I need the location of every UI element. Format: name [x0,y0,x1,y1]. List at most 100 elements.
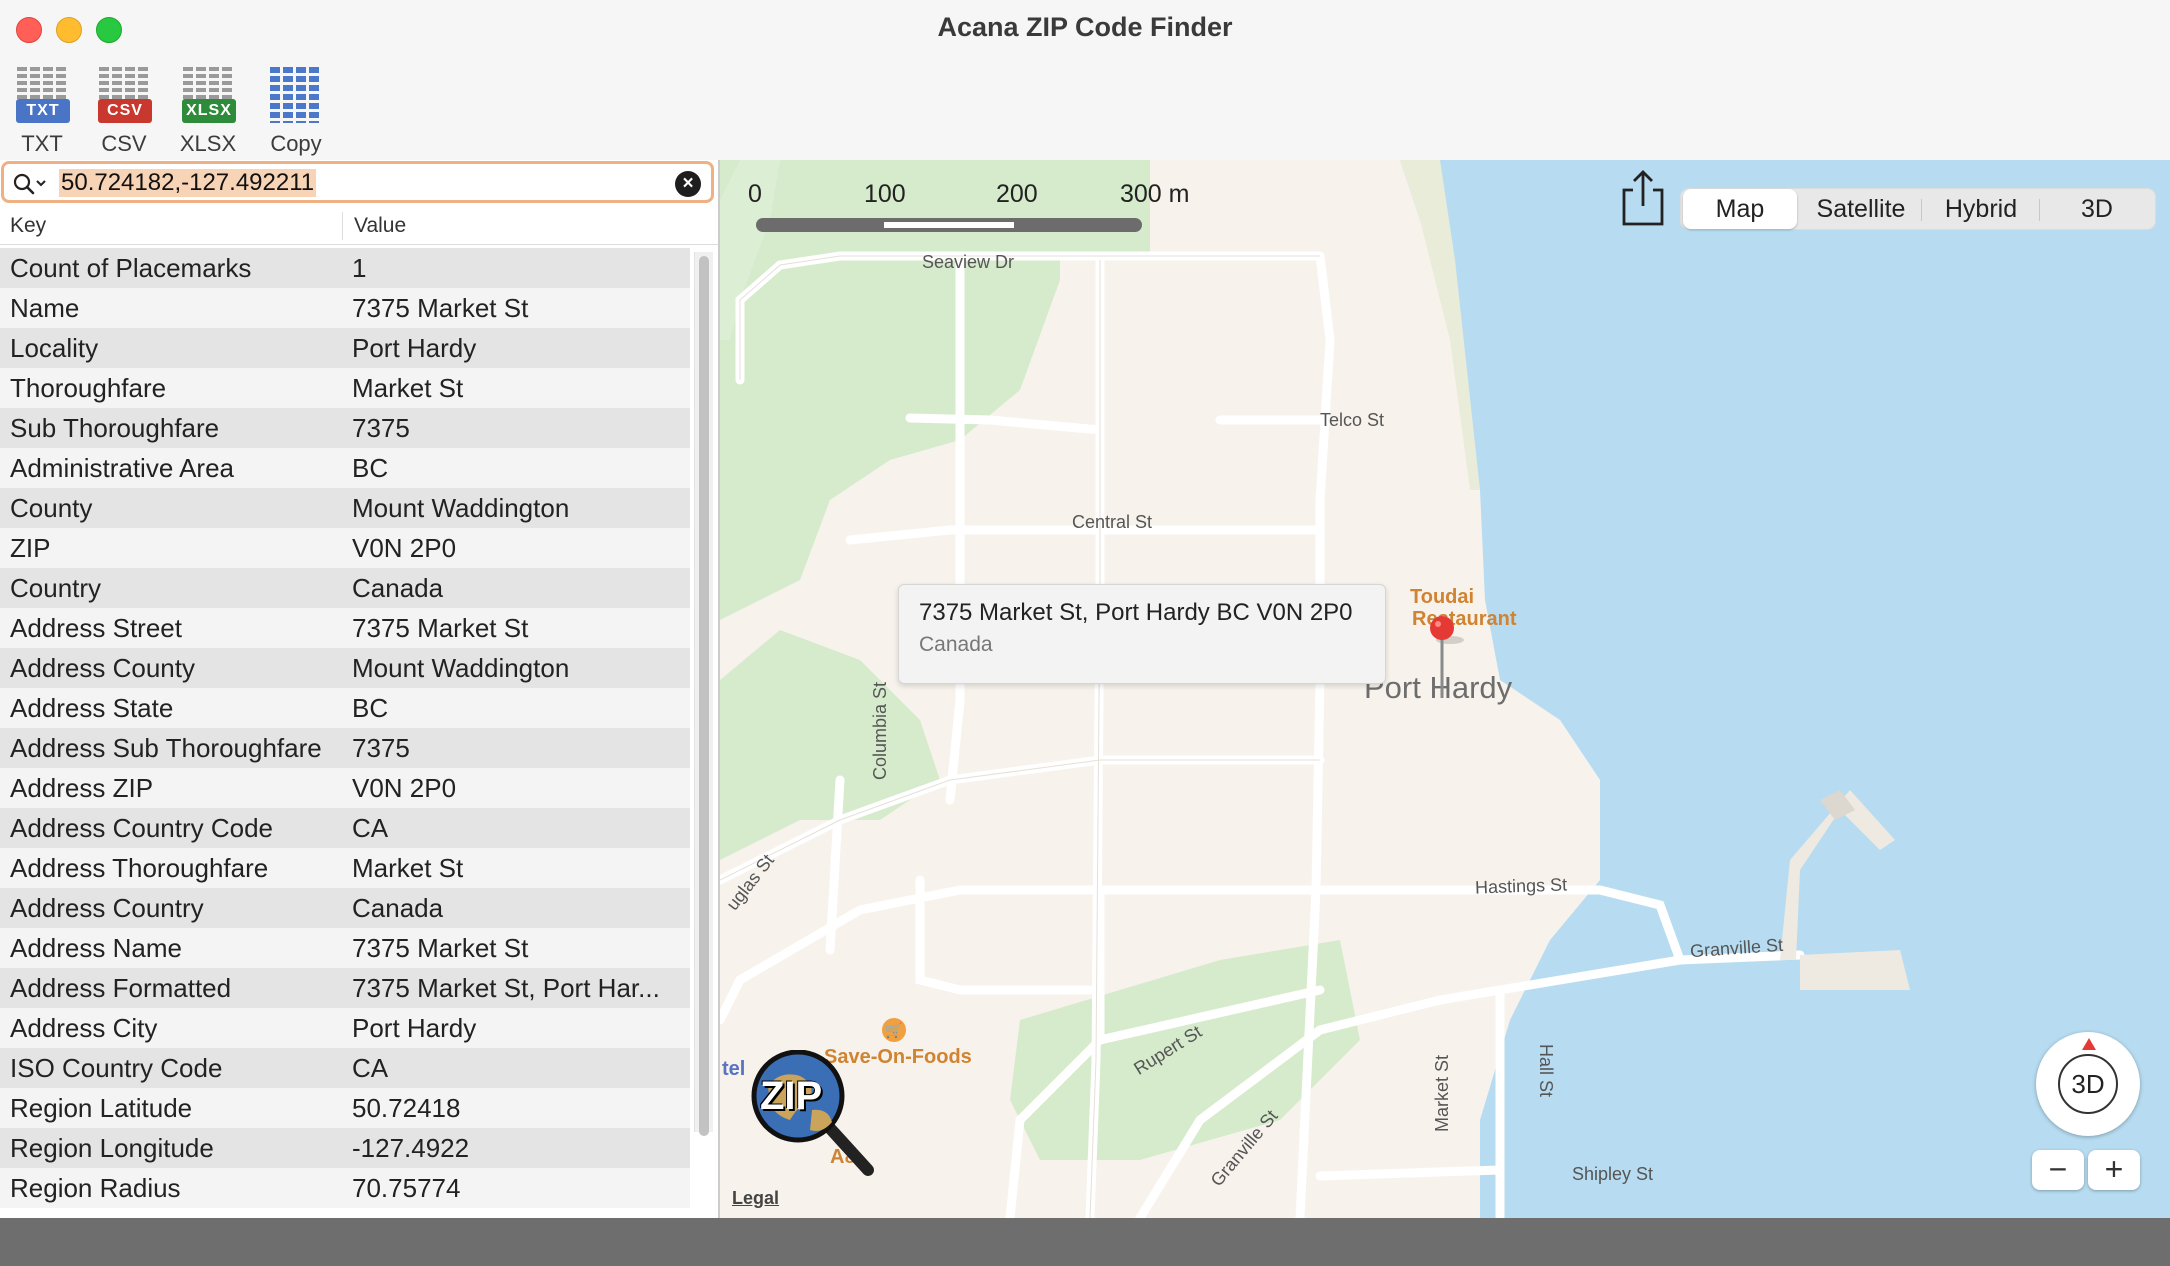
results-pane: 50.724182,-127.492211 × Key Value Count … [0,160,718,1218]
clear-search-icon[interactable]: × [675,171,701,197]
column-divider[interactable] [342,212,343,240]
shopping-cart-icon[interactable]: 🛒 [882,1018,906,1042]
table-row[interactable]: Address County Mount Waddington [0,648,690,688]
table-row[interactable]: Address Formatted 7375 Market St, Port Ha… [0,968,690,1008]
row-key: ZIP [10,533,51,563]
copy-button[interactable]: Copy [256,62,336,160]
search-input[interactable]: 50.724182,-127.492211 [59,169,317,197]
compass-control[interactable]: 3D [2036,1032,2140,1136]
map-mode-segmented-control: Map Satellite Hybrid 3D [1680,188,2156,230]
street-label: Hastings St [1474,874,1568,898]
scale-label-200: 200 [996,180,1038,208]
export-csv-button[interactable]: CSV CSV [84,62,164,160]
row-value: Port Hardy [352,333,477,363]
row-key: Address County [10,653,195,683]
row-key: Address Sub Thoroughfare [10,733,322,763]
row-key: Address Country [10,893,204,923]
table-row[interactable]: Address Name 7375 Market St [0,928,690,968]
table-row[interactable]: Country Canada [0,568,690,608]
table-row[interactable]: Address Thoroughfare Market St [0,848,690,888]
key-value-table: Count of Placemarks 1 Name 7375 Market St Lo… [0,248,690,1208]
callout-country: Canada [919,633,993,656]
row-value: 70.75774 [352,1173,461,1203]
row-key: Address Country Code [10,813,274,843]
row-value: 7375 Market St, Port Har... [352,973,660,1003]
share-icon[interactable] [1620,168,1666,228]
export-txt-label: TXT [21,131,63,156]
row-value: BC [352,693,389,723]
row-key: Region Longitude [10,1133,214,1163]
table-row[interactable]: Address ZIP V0N 2P0 [0,768,690,808]
search-icon[interactable] [12,172,52,196]
table-row[interactable]: Address Street 7375 Market St [0,608,690,648]
column-header-value[interactable]: Value [354,214,406,238]
table-row[interactable]: Address Sub Thoroughfare 7375 [0,728,690,768]
row-value: Canada [352,573,444,603]
table-row[interactable]: Address City Port Hardy [0,1008,690,1048]
table-row[interactable]: Region Longitude -127.4922 [0,1128,690,1168]
zoom-in-button[interactable]: + [2088,1150,2140,1190]
map-view[interactable]: 0 100 200 300 m Map Satellite Hybrid 3D … [720,160,2170,1218]
map-mode-3d[interactable]: 3D [2041,189,2153,229]
title-bar: Acana ZIP Code Finder [0,0,2170,56]
callout-address: 7375 Market St, Port Hardy BC V0N 2P0 [919,599,1353,626]
export-xlsx-button[interactable]: XLSX XLSX [168,62,248,160]
row-value: Port Hardy [352,1013,477,1043]
row-value: -127.4922 [352,1133,470,1163]
street-label: Central St [1072,512,1153,532]
table-row[interactable]: Address Country Code CA [0,808,690,848]
zip-logo-text: ZIP [760,1074,823,1118]
vertical-scrollbar[interactable] [694,252,713,1136]
scrollbar-thumb[interactable] [699,256,709,1136]
row-key: Address Thoroughfare [10,853,269,883]
table-row[interactable]: Region Radius 70.75774 [0,1168,690,1208]
search-field[interactable]: 50.724182,-127.492211 × [1,161,714,203]
location-pin-icon[interactable] [1420,616,1464,706]
table-row[interactable]: Address Country Canada [0,888,690,928]
table-row[interactable]: Region Latitude 50.72418 [0,1088,690,1128]
copy-label: Copy [270,131,322,156]
table-row[interactable]: Sub Thoroughfare 7375 [0,408,690,448]
row-key: Administrative Area [10,453,234,483]
table-row[interactable]: Count of Placemarks 1 [0,248,690,288]
column-header-key[interactable]: Key [10,214,46,238]
copy-table-icon [270,67,322,123]
row-value: CA [352,813,389,843]
row-value: Market St [352,373,464,403]
export-txt-button[interactable]: TXT TXT [2,62,82,160]
compass-3d-label[interactable]: 3D [2058,1054,2118,1114]
poi-label-hotel[interactable]: tel [722,1058,745,1081]
row-value: 7375 Market St [352,933,529,963]
row-key: Address City [10,1013,158,1043]
export-csv-label: CSV [101,131,147,156]
table-icon [183,67,233,101]
row-value: BC [352,453,389,483]
segment-divider [2039,199,2040,221]
poi-label-toudai[interactable]: Toudai [1410,586,1474,609]
row-value: 1 [352,253,367,283]
table-row[interactable]: Address State BC [0,688,690,728]
toolbar: TXT TXT CSV CSV XLSX XLSX Copy [0,56,720,160]
table-row[interactable]: Name 7375 Market St [0,288,690,328]
segment-divider [1921,199,1922,221]
table-row[interactable]: County Mount Waddington [0,488,690,528]
row-key: Address Street [10,613,182,643]
zip-finder-logo: ZIP [750,1049,890,1190]
map-mode-hybrid[interactable]: Hybrid [1923,189,2039,229]
table-row[interactable]: ZIP V0N 2P0 [0,528,690,568]
row-key: Country [10,573,102,603]
row-key: Thoroughfare [10,373,167,403]
xlsx-badge-icon: XLSX [182,99,236,123]
legal-link[interactable]: Legal [732,1188,779,1209]
map-mode-satellite[interactable]: Satellite [1801,189,1921,229]
table-row[interactable]: Administrative Area BC [0,448,690,488]
row-value: V0N 2P0 [352,533,457,563]
table-row[interactable]: Thoroughfare Market St [0,368,690,408]
scale-label-300m: 300 m [1120,180,1190,208]
table-row[interactable]: ISO Country Code CA [0,1048,690,1088]
location-callout[interactable]: 7375 Market St, Port Hardy BC V0N 2P0 Ca… [898,584,1386,684]
map-mode-map[interactable]: Map [1683,189,1797,229]
table-row[interactable]: Locality Port Hardy [0,328,690,368]
zoom-out-button[interactable]: − [2032,1150,2084,1190]
row-value: Mount Waddington [352,653,570,683]
